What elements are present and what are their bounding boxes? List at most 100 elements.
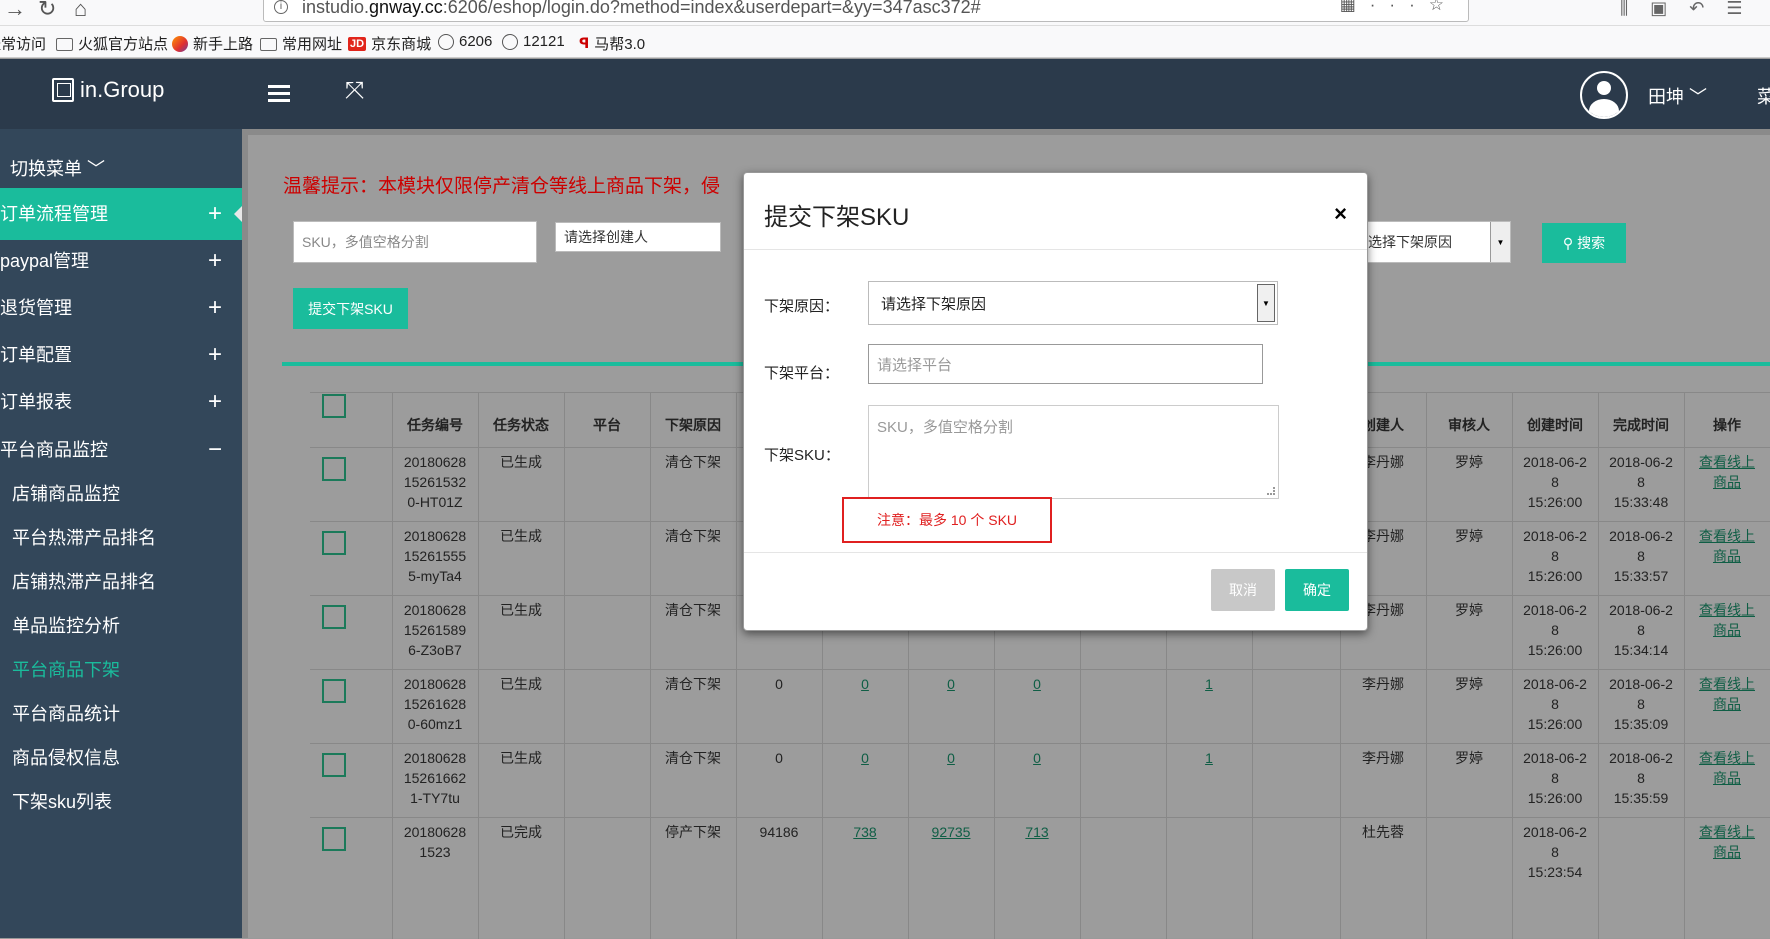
view-online-goods[interactable]: 商品 bbox=[1684, 693, 1770, 715]
count-cell-link[interactable]: 713 bbox=[1025, 824, 1048, 840]
view-online-goods[interactable]: 查看线上 bbox=[1684, 821, 1770, 843]
view-online-goods[interactable]: 商品 bbox=[1684, 545, 1770, 567]
sidebar-item-order-report[interactable]: 订单报表 + bbox=[0, 376, 242, 428]
avatar[interactable] bbox=[1580, 71, 1628, 119]
fullscreen-icon[interactable]: ⤧ bbox=[345, 77, 364, 105]
sidebar-item-returns[interactable]: 退货管理 + bbox=[0, 282, 242, 334]
sidebar-subitem-infringement[interactable]: 商品侵权信息 bbox=[12, 744, 120, 770]
bookmark-getting-started[interactable]: 新手上路 bbox=[172, 33, 253, 54]
count-cell-link[interactable]: 0 bbox=[1033, 676, 1041, 692]
sidebar-subitem-store-monitor[interactable]: 店铺商品监控 bbox=[12, 480, 120, 506]
count-cell-link[interactable]: 92735 bbox=[932, 824, 971, 840]
count-cell-link[interactable]: 0 bbox=[1033, 750, 1041, 766]
view-online-goods[interactable]: 查看线上 bbox=[1684, 525, 1770, 547]
sidebar-item-platform-monitor[interactable]: 平台商品监控 − bbox=[0, 424, 242, 476]
count-cell[interactable]: 0 bbox=[822, 747, 908, 769]
view-online-goods-link[interactable]: 商品 bbox=[1713, 696, 1741, 712]
bookmark-firefox-site[interactable]: 火狐官方站点 bbox=[56, 33, 168, 54]
logo[interactable]: in.Group bbox=[52, 77, 164, 103]
count-cell[interactable]: 1 bbox=[1166, 747, 1252, 769]
count-cell[interactable]: 0 bbox=[822, 673, 908, 695]
count-cell-link[interactable]: 1 bbox=[1205, 750, 1213, 766]
home-icon[interactable]: ⌂ bbox=[74, 0, 87, 22]
view-online-goods[interactable]: 商品 bbox=[1684, 619, 1770, 641]
view-online-goods-link[interactable]: 查看线上 bbox=[1699, 676, 1755, 692]
count-cell[interactable]: 713 bbox=[994, 821, 1080, 843]
view-online-goods[interactable]: 商品 bbox=[1684, 841, 1770, 863]
sidebar-subitem-item-analysis[interactable]: 单品监控分析 bbox=[12, 612, 120, 638]
submit-delist-button[interactable]: 提交下架SKU bbox=[293, 288, 408, 329]
count-cell-link[interactable]: 1 bbox=[1205, 676, 1213, 692]
row-checkbox[interactable] bbox=[322, 457, 346, 481]
sidebar-subitem-stats[interactable]: 平台商品统计 bbox=[12, 700, 120, 726]
sku-search-input[interactable]: SKU，多值空格分割 bbox=[293, 221, 537, 263]
row-checkbox[interactable] bbox=[322, 827, 346, 851]
view-online-goods-link[interactable]: 查看线上 bbox=[1699, 528, 1755, 544]
info-icon[interactable]: i bbox=[274, 0, 288, 14]
count-cell[interactable]: 1 bbox=[1166, 673, 1252, 695]
menu-label[interactable]: 菜 bbox=[1757, 83, 1770, 109]
qr-icon[interactable]: ▦ bbox=[1340, 0, 1370, 14]
sidebar-subitem-store-ranking[interactable]: 店铺热滞产品排名 bbox=[12, 568, 156, 594]
select-all-checkbox[interactable] bbox=[322, 394, 346, 418]
count-cell-link[interactable]: 0 bbox=[947, 676, 955, 692]
resize-handle-icon[interactable] bbox=[1267, 487, 1275, 495]
confirm-button[interactable]: 确定 bbox=[1285, 569, 1349, 611]
view-online-goods-link[interactable]: 查看线上 bbox=[1699, 750, 1755, 766]
count-cell-link[interactable]: 738 bbox=[853, 824, 876, 840]
view-online-goods[interactable]: 查看线上 bbox=[1684, 599, 1770, 621]
sidebar-subitem-delist-sku[interactable]: 下架sku列表 bbox=[12, 788, 112, 814]
view-online-goods[interactable]: 查看线上 bbox=[1684, 673, 1770, 695]
row-checkbox[interactable] bbox=[322, 531, 346, 555]
url-bar[interactable]: i instudio.gnway.cc:6206/eshop/login.do?… bbox=[263, 0, 1469, 22]
row-checkbox[interactable] bbox=[322, 679, 346, 703]
bookmark-frequent[interactable]: 经常访问 bbox=[0, 33, 46, 54]
count-cell-link[interactable]: 0 bbox=[861, 750, 869, 766]
sidebar-item-order-flow[interactable]: 订单流程管理 + bbox=[0, 188, 242, 240]
sidebar-subitem-platform-ranking[interactable]: 平台热滞产品排名 bbox=[12, 524, 156, 550]
sidebar-icon[interactable]: ▣ bbox=[1650, 0, 1689, 18]
creator-select[interactable]: 请选择创建人 bbox=[555, 222, 721, 252]
count-cell[interactable]: 92735 bbox=[908, 821, 994, 843]
view-online-goods-link[interactable]: 查看线上 bbox=[1699, 824, 1755, 840]
switch-menu-button[interactable]: 切换菜单 ﹀ bbox=[10, 155, 105, 181]
more-icon[interactable]: ··· bbox=[1370, 0, 1429, 14]
bookmark-common[interactable]: 常用网址 bbox=[260, 33, 342, 54]
bookmark-mabang[interactable]: ꟼ 马帮3.0 bbox=[579, 33, 645, 54]
sku-textarea[interactable]: SKU，多值空格分割 bbox=[868, 405, 1279, 499]
sidebar-subitem-delist[interactable]: 平台商品下架 bbox=[12, 656, 120, 682]
search-button[interactable]: ⚲ 搜索 bbox=[1542, 223, 1626, 263]
count-cell-link[interactable]: 0 bbox=[947, 750, 955, 766]
bookmark-6206[interactable]: 6206 bbox=[438, 33, 492, 50]
count-cell[interactable]: 0 bbox=[908, 747, 994, 769]
bookmark-jd[interactable]: JD 京东商城 bbox=[348, 33, 431, 54]
reason-select[interactable]: 请选择下架原因 ▼ bbox=[868, 281, 1278, 325]
view-online-goods[interactable]: 查看线上 bbox=[1684, 747, 1770, 769]
cancel-button[interactable]: 取消 bbox=[1211, 569, 1275, 611]
sidebar-item-paypal[interactable]: paypal管理 + bbox=[0, 235, 242, 287]
count-cell-link[interactable]: 0 bbox=[861, 676, 869, 692]
undo-icon[interactable]: ↶ bbox=[1689, 0, 1726, 18]
close-icon[interactable]: × bbox=[1334, 201, 1347, 227]
star-icon[interactable]: ☆ bbox=[1429, 0, 1458, 14]
view-online-goods[interactable]: 查看线上 bbox=[1684, 451, 1770, 473]
menu-icon[interactable]: ☰ bbox=[1726, 0, 1764, 18]
row-checkbox[interactable] bbox=[322, 753, 346, 777]
view-online-goods-link[interactable]: 商品 bbox=[1713, 844, 1741, 860]
forward-icon[interactable]: → bbox=[4, 0, 26, 22]
count-cell[interactable]: 0 bbox=[908, 673, 994, 695]
view-online-goods-link[interactable]: 查看线上 bbox=[1699, 602, 1755, 618]
hamburger-icon[interactable] bbox=[268, 85, 290, 103]
view-online-goods-link[interactable]: 商品 bbox=[1713, 622, 1741, 638]
view-online-goods[interactable]: 商品 bbox=[1684, 767, 1770, 789]
library-icon[interactable]: ⫼ bbox=[1620, 0, 1650, 18]
view-online-goods-link[interactable]: 商品 bbox=[1713, 548, 1741, 564]
platform-input[interactable]: 请选择平台 bbox=[868, 344, 1263, 384]
sidebar-item-order-config[interactable]: 订单配置 + bbox=[0, 329, 242, 381]
view-online-goods-link[interactable]: 商品 bbox=[1713, 770, 1741, 786]
count-cell[interactable]: 0 bbox=[994, 673, 1080, 695]
count-cell[interactable]: 0 bbox=[994, 747, 1080, 769]
count-cell[interactable]: 738 bbox=[822, 821, 908, 843]
row-checkbox[interactable] bbox=[322, 605, 346, 629]
view-online-goods[interactable]: 商品 bbox=[1684, 471, 1770, 493]
